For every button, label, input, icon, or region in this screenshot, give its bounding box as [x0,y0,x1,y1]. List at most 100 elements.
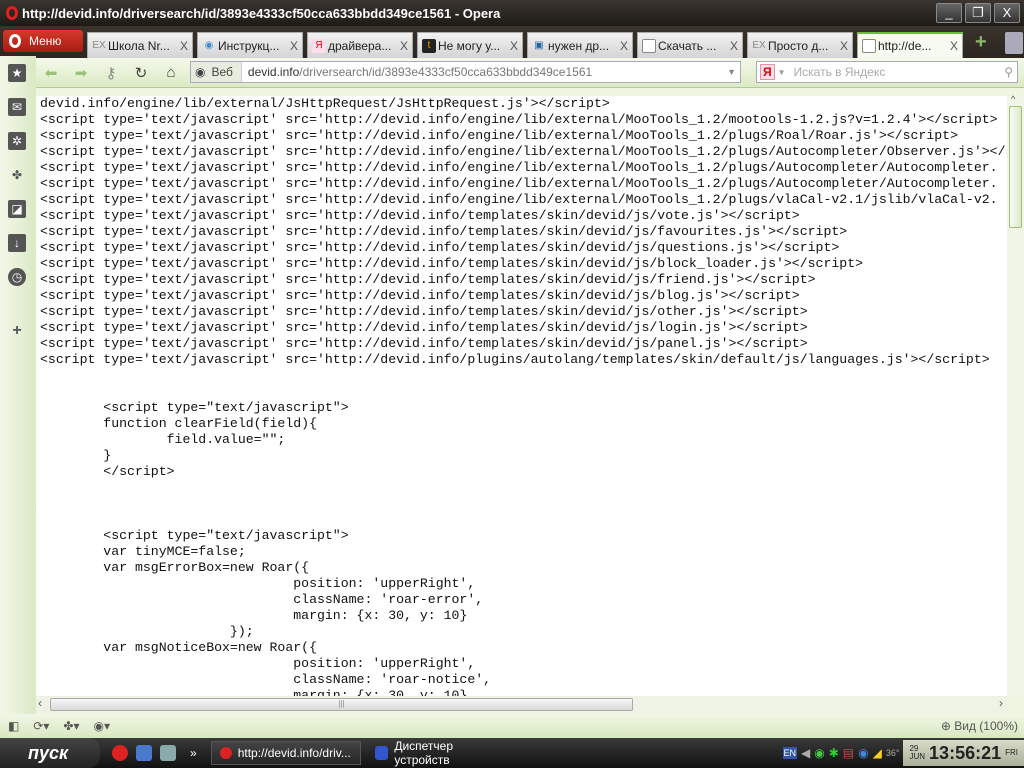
bookmarks-icon[interactable]: ★ [8,64,26,82]
tray-app-icon[interactable]: ◉ [814,746,824,760]
code-line: <script type="text/javascript"> [40,528,349,543]
tray-arrow-icon[interactable]: ◀ [801,746,810,760]
tab-close-button[interactable]: X [840,39,848,53]
tab-4[interactable]: t Не могу у... X [417,32,523,58]
page-icon [862,39,876,53]
history-icon[interactable]: ◷ [8,268,26,286]
restore-button[interactable]: ❐ [965,3,991,23]
code-line: margin: {x: 30, y: 10} [40,608,468,623]
tab-2[interactable]: ◉ Инструкц... X [197,32,303,58]
key-icon[interactable]: ⚷ [96,64,126,82]
new-tab-button[interactable]: + [975,31,987,54]
code-line: </script> [40,464,175,479]
chevron-down-icon[interactable]: ▼ [727,67,736,77]
url-host: devid.info [247,65,300,79]
code-line: <script type='text/javascript' src='http… [40,192,998,207]
address-bar[interactable]: ◉ Веб devid.info/driversearch/id/3893e433… [190,61,741,83]
code-line: var msgNoticeBox=new Roar({ [40,640,317,655]
yandex-icon[interactable]: Я [760,64,775,80]
back-button[interactable]: ⬅ [36,64,66,82]
code-line: <script type='text/javascript' src='http… [40,128,958,143]
tray-app-icon[interactable]: ✱ [829,746,839,760]
vertical-scroll-thumb[interactable] [1009,106,1022,228]
more-quicklaunch-icon[interactable]: » [190,746,197,760]
tab-close-button[interactable]: X [950,39,958,53]
tab-5[interactable]: ▣ нужен др... X [527,32,633,58]
web-badge[interactable]: ◉ Веб [191,62,242,82]
taskbar: пуск » http://devid.info/driv... Диспетч… [0,738,1024,768]
search-input[interactable]: Искать в Яндекс [794,65,886,79]
tool-quicklaunch-icon[interactable] [160,745,176,761]
tab-close-button[interactable]: X [730,39,738,53]
vertical-scrollbar[interactable]: ^ [1007,94,1024,696]
zoom-control[interactable]: ⊕ Вид (100%) [941,719,1018,733]
minimize-button[interactable]: _ [936,3,962,23]
scroll-right-icon[interactable]: › [999,696,1003,710]
opera-menu-button[interactable]: Меню [3,30,83,52]
code-line: }); [40,624,254,639]
tray-flag-icon[interactable]: ▤ [843,746,854,760]
tab-3[interactable]: Ядрайвера... X [307,32,413,58]
language-indicator[interactable]: EN [782,747,798,759]
forward-button[interactable]: ➡ [66,64,96,82]
add-panel-icon[interactable]: + [8,322,26,340]
trash-icon[interactable] [1004,32,1023,54]
status-bar: ◧ ⟳▾ ✤▾ ◉▾ ⊕ Вид (100%) [0,714,1024,738]
close-button[interactable]: X [994,3,1020,23]
notes-icon[interactable]: ◪ [8,200,26,218]
search-icon[interactable]: ⚲ [1004,65,1013,79]
system-tray: EN ◀ ◉ ✱ ▤ ◉ ◢ 36° 29 JUN 13:56:21 FRI [782,738,1024,768]
url-text[interactable]: devid.info/driversearch/id/3893e4333cf50… [248,65,592,79]
opera-quicklaunch-icon[interactable] [112,745,128,761]
tab-close-button[interactable]: X [180,39,188,53]
tab-close-button[interactable]: X [510,39,518,53]
home-button[interactable]: ⌂ [156,64,186,81]
start-label: пуск [28,742,69,763]
network-icon[interactable]: ◢ [873,746,882,760]
horizontal-scrollbar[interactable]: ‹ ||| › [36,696,1007,713]
sync-icon[interactable]: ⟳▾ [33,719,49,733]
scroll-left-icon[interactable]: ‹ [38,696,42,710]
mail-icon[interactable]: ✉ [8,98,26,116]
code-line: <script type='text/javascript' src='http… [40,272,816,287]
tab-close-button[interactable]: X [400,39,408,53]
code-line: className: 'roar-error', [40,592,484,607]
tab-close-button[interactable]: X [620,39,628,53]
save-quicklaunch-icon[interactable] [136,745,152,761]
tab-8[interactable]: http://de... X [857,32,963,58]
tab-label: нужен др... [548,38,610,53]
code-line: devid.info/engine/lib/external/JsHttpReq… [40,96,610,111]
side-panel: ★ ✉ ✲ ✤ ◪ ↓ ◷ + [0,56,36,716]
panel-toggle-icon[interactable]: ◧ [8,719,19,733]
chevron-down-icon[interactable]: ▼ [778,68,786,77]
code-line: position: 'upperRight', [40,576,476,591]
unite-icon[interactable]: ✤▾ [63,719,79,733]
horizontal-scroll-thumb[interactable]: ||| [50,698,633,711]
turbo-icon[interactable]: ◉▾ [94,719,111,733]
code-line: margin: {x: 30, y: 10} [40,688,468,696]
ex-icon: EX [92,39,106,51]
downloads-icon[interactable]: ↓ [8,234,26,252]
zoom-icon: ⊕ [940,719,951,733]
scroll-up-icon[interactable]: ^ [1011,94,1015,104]
tab-label: драйвера... [328,38,392,53]
tab-1[interactable]: EX Школа Nr... X [87,32,193,58]
yandex-icon: Я [312,38,326,53]
code-line: function clearField(field){ [40,416,317,431]
code-line: <script type='text/javascript' src='http… [40,176,998,191]
tab-close-button[interactable]: X [290,39,298,53]
tray-app-icon[interactable]: ◉ [858,746,868,760]
unite-icon[interactable]: ✤ [8,166,26,184]
tab-6[interactable]: Скачать ... X [637,32,743,58]
reload-button[interactable]: ↻ [126,64,156,82]
start-button[interactable]: пуск [0,738,100,768]
time: 13:56:21 [929,742,1002,763]
taskbar-item-device-manager[interactable]: Диспетчер устройств [367,739,517,767]
search-box[interactable]: Я ▼ Искать в Яндекс ⚲ [756,61,1018,83]
tab-7[interactable]: EX Просто д... X [747,32,853,58]
taskbar-item-opera[interactable]: http://devid.info/driv... [210,741,361,765]
gear-icon[interactable]: ✲ [8,132,26,150]
clock[interactable]: 29 JUN 13:56:21 FRI [903,740,1024,766]
code-line: position: 'upperRight', [40,656,476,671]
